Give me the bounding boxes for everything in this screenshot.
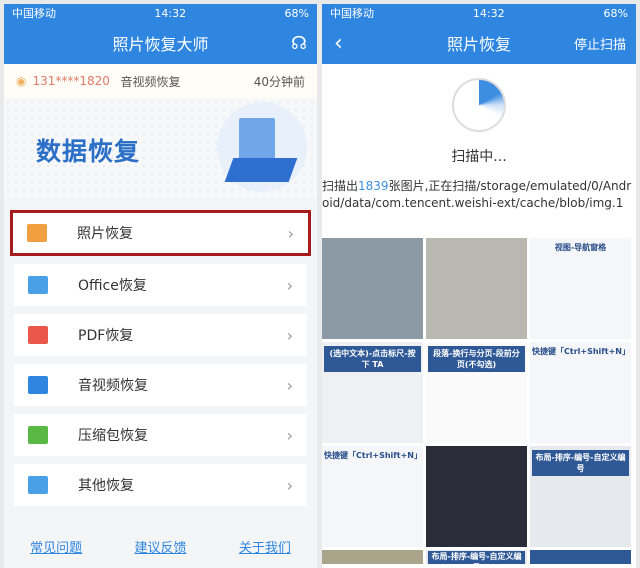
battery: 68%	[284, 6, 309, 20]
about-link[interactable]: 关于我们	[239, 537, 291, 556]
pdf-icon	[28, 326, 48, 344]
thumbnail-caption: (选中文本)-点击标尺-按下 TA	[324, 346, 421, 372]
thumbnail-caption: 布局-排序-编号-自定义编号	[532, 450, 629, 476]
recovery-ticker: ◉ 131****1820 音视频恢复 40分钟前	[4, 64, 317, 98]
photo-icon	[27, 224, 47, 242]
menu-item[interactable]: 其他恢复 ›	[14, 464, 307, 506]
back-icon[interactable]: ‹	[334, 31, 343, 56]
stop-scan-button[interactable]: 停止扫描	[574, 34, 626, 53]
image-count: 1839	[358, 179, 389, 193]
scan-progress-text: 扫描出1839张图片,正在扫描/storage/emulated/0/Andro…	[322, 178, 636, 212]
app-header: ‹ 照片恢复 停止扫描	[322, 22, 636, 64]
photo-thumbnail[interactable]: 布局-排序-编号-自定义编号	[426, 550, 527, 564]
radar-icon	[452, 78, 506, 132]
menu-item-label: 音视频恢复	[78, 378, 148, 394]
chevron-right-icon: ›	[286, 475, 293, 495]
photo-thumbnail[interactable]	[322, 550, 423, 564]
photo-thumbnail[interactable]	[426, 238, 527, 339]
banner: 数据恢复	[4, 98, 317, 198]
thumbnail-grid: 视图-导航窗格 (选中文本)-点击标尺-按下 TA 段落-换行与分页-段前分页(不勾…	[322, 238, 636, 564]
zip-icon	[28, 426, 48, 444]
photo-thumbnail[interactable]	[426, 446, 527, 547]
thumbnail-caption: 布局-排序-编号-自定义编号	[428, 551, 525, 564]
scan-status: 扫描中...	[451, 149, 507, 165]
scan-screen: 中国移动 14:32 68% ‹ 照片恢复 停止扫描 扫描中... 扫描出183…	[322, 4, 636, 568]
thumbnail-caption: 段落-换行与分页-段前分页(不勾选)	[428, 346, 525, 372]
ticker-phone: 131****1820	[32, 74, 110, 88]
apps-icon	[28, 476, 48, 494]
page-title: 照片恢复大师	[112, 35, 209, 54]
scan-prefix: 扫描出	[322, 179, 359, 193]
menu-item-label: PDF恢复	[78, 328, 134, 344]
menu-item[interactable]: 音视频恢复 ›	[14, 364, 307, 406]
video-icon	[28, 376, 48, 394]
banner-title: 数据恢复	[36, 137, 141, 166]
speaker-icon: ◉	[16, 74, 27, 88]
office-icon	[28, 276, 48, 294]
photo-thumbnail[interactable]: 快捷键「Ctrl+Shift+N」	[322, 446, 423, 547]
ticker-action: 音视频恢复	[120, 74, 181, 89]
thumbnail-caption: 快捷键「Ctrl+Shift+N」	[324, 451, 422, 460]
thumbnail-caption: 视图-导航窗格	[554, 243, 607, 252]
feedback-link[interactable]: 建议反馈	[134, 537, 186, 556]
chevron-right-icon: ›	[286, 375, 293, 395]
home-screen: 中国移动 14:32 68% 照片恢复大师 ☊ ◉ 131****1820 音视…	[4, 4, 317, 568]
ticker-time: 40分钟前	[253, 74, 305, 89]
menu-item-label: 照片恢复	[77, 226, 133, 242]
photo-thumbnail[interactable]: 视图-导航窗格	[530, 238, 631, 339]
menu-item-label: 压缩包恢复	[78, 428, 148, 444]
headset-icon[interactable]: ☊	[291, 33, 307, 54]
chevron-right-icon: ›	[286, 325, 293, 345]
menu-item[interactable]: Office恢复 ›	[14, 264, 307, 306]
menu-item[interactable]: 照片恢复 ›	[10, 210, 311, 256]
clock: 14:32	[472, 6, 505, 20]
menu-item-label: 其他恢复	[78, 478, 134, 494]
photo-thumbnail[interactable]: 布局-排序-编号-自定义编号	[530, 446, 631, 547]
photo-thumbnail[interactable]: 快捷键「Ctrl+Shift+N」	[530, 342, 631, 443]
page-title: 照片恢复	[446, 35, 511, 54]
menu-item-label: Office恢复	[78, 278, 147, 294]
faq-link[interactable]: 常见问题	[30, 537, 82, 556]
chevron-right-icon: ›	[287, 223, 294, 243]
photo-thumbnail[interactable]	[322, 238, 423, 339]
clock: 14:32	[154, 6, 187, 20]
app-header: 照片恢复大师 ☊	[4, 22, 317, 64]
carrier: 中国移动	[330, 7, 374, 20]
menu-item[interactable]: 压缩包恢复 ›	[14, 414, 307, 456]
carrier: 中国移动	[12, 7, 56, 20]
status-bar: 中国移动 14:32 68%	[4, 4, 317, 22]
recovery-illustration-icon	[217, 102, 307, 192]
photo-thumbnail[interactable]: 段落-换行与分页-段前分页(不勾选)	[426, 342, 527, 443]
footer-links: 常见问题 建议反馈 关于我们	[4, 524, 317, 568]
thumbnail-caption: 快捷键「Ctrl+Shift+N」	[532, 347, 630, 356]
chevron-right-icon: ›	[286, 275, 293, 295]
photo-thumbnail[interactable]	[530, 550, 631, 564]
battery: 68%	[603, 6, 628, 20]
recovery-menu: 照片恢复 › Office恢复 › PDF恢复 › 音视频恢复 › 压缩包恢复 › 其他恢复 ›	[4, 198, 317, 518]
photo-thumbnail[interactable]: (选中文本)-点击标尺-按下 TA	[322, 342, 423, 443]
chevron-right-icon: ›	[286, 425, 293, 445]
menu-item[interactable]: PDF恢复 ›	[14, 314, 307, 356]
status-bar: 中国移动 14:32 68%	[322, 4, 636, 22]
